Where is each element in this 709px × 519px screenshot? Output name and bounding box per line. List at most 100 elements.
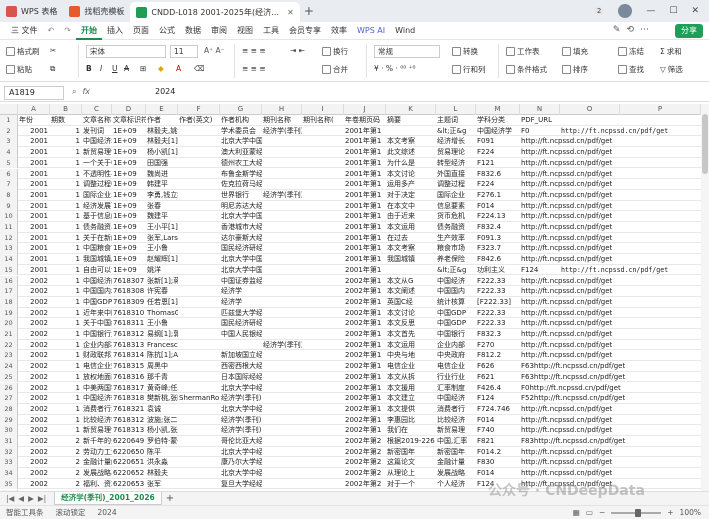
table-cell[interactable]: 国民经济研经济学(季刊) bbox=[220, 318, 262, 329]
table-cell[interactable]: 养老保险 bbox=[436, 254, 476, 265]
table-cell[interactable]: 2002 bbox=[18, 286, 50, 297]
table-cell[interactable]: F224 bbox=[476, 179, 520, 190]
table-cell[interactable]: 2002 bbox=[18, 308, 50, 319]
table-cell[interactable] bbox=[262, 415, 302, 426]
row-number[interactable]: 1 bbox=[0, 115, 18, 126]
table-cell[interactable]: 7618318 bbox=[112, 393, 146, 404]
table-cell[interactable]: 7618321 bbox=[112, 404, 146, 415]
number-style-icons[interactable]: ¥ · % · ⁰⁰ ⁺⁰ bbox=[374, 64, 416, 73]
table-cell[interactable]: 6220651 bbox=[112, 457, 146, 468]
table-cell[interactable]: 易纲[1];郭凯[2] bbox=[146, 329, 178, 340]
table-cell[interactable]: http://ft.ncpssd.cn/pdf/get bbox=[520, 211, 701, 222]
table-cell[interactable]: 2002年第1 bbox=[344, 329, 386, 340]
table-cell[interactable] bbox=[302, 340, 344, 351]
row-number[interactable]: 8 bbox=[0, 189, 18, 201]
table-cell[interactable]: 2001年第1 bbox=[344, 201, 386, 212]
table-cell[interactable] bbox=[262, 393, 302, 404]
table-cell[interactable]: 1E+09 bbox=[112, 190, 146, 201]
table-cell[interactable] bbox=[560, 115, 620, 126]
table-cell[interactable]: 2001年第1 bbox=[344, 265, 386, 276]
table-cell[interactable]: 电信企业 bbox=[436, 361, 476, 372]
table-cell[interactable]: 7618312 bbox=[112, 329, 146, 340]
table-cell[interactable]: 复旦大学经经济学(季刊) bbox=[220, 479, 262, 490]
table-cell[interactable]: 本文首先 bbox=[386, 329, 436, 340]
row-number[interactable]: 20 bbox=[0, 318, 18, 329]
table-cell[interactable]: F842.6 bbox=[476, 254, 520, 265]
table-cell[interactable] bbox=[262, 447, 302, 458]
table-cell[interactable]: F124 bbox=[476, 393, 520, 404]
table-cell[interactable]: 2002 bbox=[18, 436, 50, 447]
table-cell[interactable]: F724.746 bbox=[476, 404, 520, 415]
table-cell[interactable] bbox=[262, 136, 302, 147]
table-cell[interactable] bbox=[302, 468, 344, 479]
table-cell[interactable]: http://ft.ncpssd.cn/pdf/get bbox=[520, 415, 701, 426]
table-cell[interactable] bbox=[262, 158, 302, 169]
table-cell[interactable]: 1 bbox=[50, 372, 82, 383]
table-cell[interactable]: 佐克拉荷马经济学(季刊) bbox=[220, 179, 262, 190]
table-cell[interactable]: http://ft.ncpssd.cn/pdf/get bbox=[520, 254, 701, 265]
table-cell[interactable]: 基于信息的 bbox=[82, 211, 112, 222]
table-cell[interactable] bbox=[178, 286, 220, 297]
table-cell[interactable]: 2001年第1 bbox=[344, 158, 386, 169]
table-cell[interactable]: 2002 bbox=[18, 447, 50, 458]
table-cell[interactable]: 7618314 bbox=[112, 350, 146, 361]
table-cell[interactable]: F224.13 bbox=[476, 211, 520, 222]
row-number[interactable]: 25 bbox=[0, 371, 18, 383]
table-cell[interactable]: http://ft.ncpssd.cn/pdf/get bbox=[520, 158, 701, 169]
table-cell[interactable]: 林毅夫 bbox=[146, 468, 178, 479]
table-cell[interactable]: 日本国际经经济学(季刊) bbox=[220, 372, 262, 383]
table-cell[interactable]: F52http://ft.ncpssd.cn/pdf/get bbox=[520, 393, 701, 404]
table-cell[interactable]: 一个关于中 bbox=[82, 158, 112, 169]
table-cell[interactable]: 北京大学中国经济学(季刊) bbox=[220, 265, 262, 276]
table-cell[interactable]: F014 bbox=[476, 201, 520, 212]
table-cell[interactable] bbox=[262, 147, 302, 158]
table-cell[interactable]: 不透明性与 bbox=[82, 169, 112, 180]
table-cell[interactable]: 粮食市场 bbox=[436, 243, 476, 254]
column-header-n[interactable]: N bbox=[520, 104, 560, 115]
table-cell[interactable]: http://ft.ncpssd.cn/pdf/get bbox=[520, 468, 701, 479]
row-number[interactable]: 29 bbox=[0, 414, 18, 426]
table-cell[interactable]: 汇率制度 bbox=[436, 383, 476, 394]
zoom-icon[interactable]: ⌕ bbox=[72, 87, 76, 97]
table-cell[interactable] bbox=[178, 436, 220, 447]
table-cell[interactable]: 2002 bbox=[18, 468, 50, 479]
table-cell[interactable]: 本文运用 bbox=[386, 222, 436, 233]
table-cell[interactable] bbox=[302, 233, 344, 244]
table-cell[interactable]: F812.2 bbox=[476, 350, 520, 361]
table-cell[interactable]: 国际企业 bbox=[436, 190, 476, 201]
table-cell[interactable]: 个人经济 bbox=[436, 479, 476, 490]
table-cell[interactable]: 2002年第1 bbox=[344, 361, 386, 372]
table-cell[interactable]: 达尔豪斯大经济学(季刊) bbox=[220, 233, 262, 244]
table-cell[interactable]: 1 bbox=[50, 340, 82, 351]
table-cell[interactable] bbox=[178, 126, 220, 137]
table-cell[interactable]: 对于一个 bbox=[386, 479, 436, 490]
table-cell[interactable]: 2002 bbox=[18, 361, 50, 372]
table-cell[interactable]: 2001 bbox=[18, 190, 50, 201]
table-cell[interactable]: 2002 bbox=[18, 404, 50, 415]
table-cell[interactable]: 哥伦比亚大经济学(季刊) bbox=[220, 436, 262, 447]
table-cell[interactable]: 调整过程 bbox=[436, 179, 476, 190]
table-cell[interactable] bbox=[178, 243, 220, 254]
table-cell[interactable]: http://ft.ncpssd.cn/pdf/get bbox=[520, 286, 701, 297]
table-cell[interactable] bbox=[178, 233, 220, 244]
table-cell[interactable]: 2002年第2 bbox=[344, 457, 386, 468]
table-cell[interactable]: 2001 bbox=[18, 254, 50, 265]
table-cell[interactable]: 本文讨论 bbox=[386, 169, 436, 180]
table-cell[interactable]: 债务融资、 bbox=[82, 222, 112, 233]
table-cell[interactable]: F832.4 bbox=[476, 222, 520, 233]
table-cell[interactable]: 学科分类 bbox=[476, 115, 520, 126]
table-cell[interactable]: 1 bbox=[50, 222, 82, 233]
table-cell[interactable]: &lt;正&g bbox=[436, 265, 476, 276]
number-format-select[interactable]: 常规 bbox=[374, 45, 440, 58]
table-cell[interactable]: 1E+09 bbox=[112, 254, 146, 265]
table-cell[interactable]: 2001 bbox=[18, 179, 50, 190]
table-cell[interactable]: 企业内部 bbox=[436, 340, 476, 351]
table-cell[interactable]: http://ft.ncpssd.cn/pdf/get bbox=[560, 265, 701, 276]
table-cell[interactable]: 2001 bbox=[18, 265, 50, 276]
table-cell[interactable]: http://ft.ncpssd.cn/pdf/get bbox=[520, 190, 701, 201]
bold-icon[interactable]: B bbox=[86, 64, 92, 73]
table-cell[interactable]: 经济学 bbox=[220, 297, 262, 308]
table-cell[interactable]: 2002年第1 bbox=[344, 404, 386, 415]
table-cell[interactable]: 本文从拆 bbox=[386, 372, 436, 383]
table-cell[interactable] bbox=[262, 329, 302, 340]
